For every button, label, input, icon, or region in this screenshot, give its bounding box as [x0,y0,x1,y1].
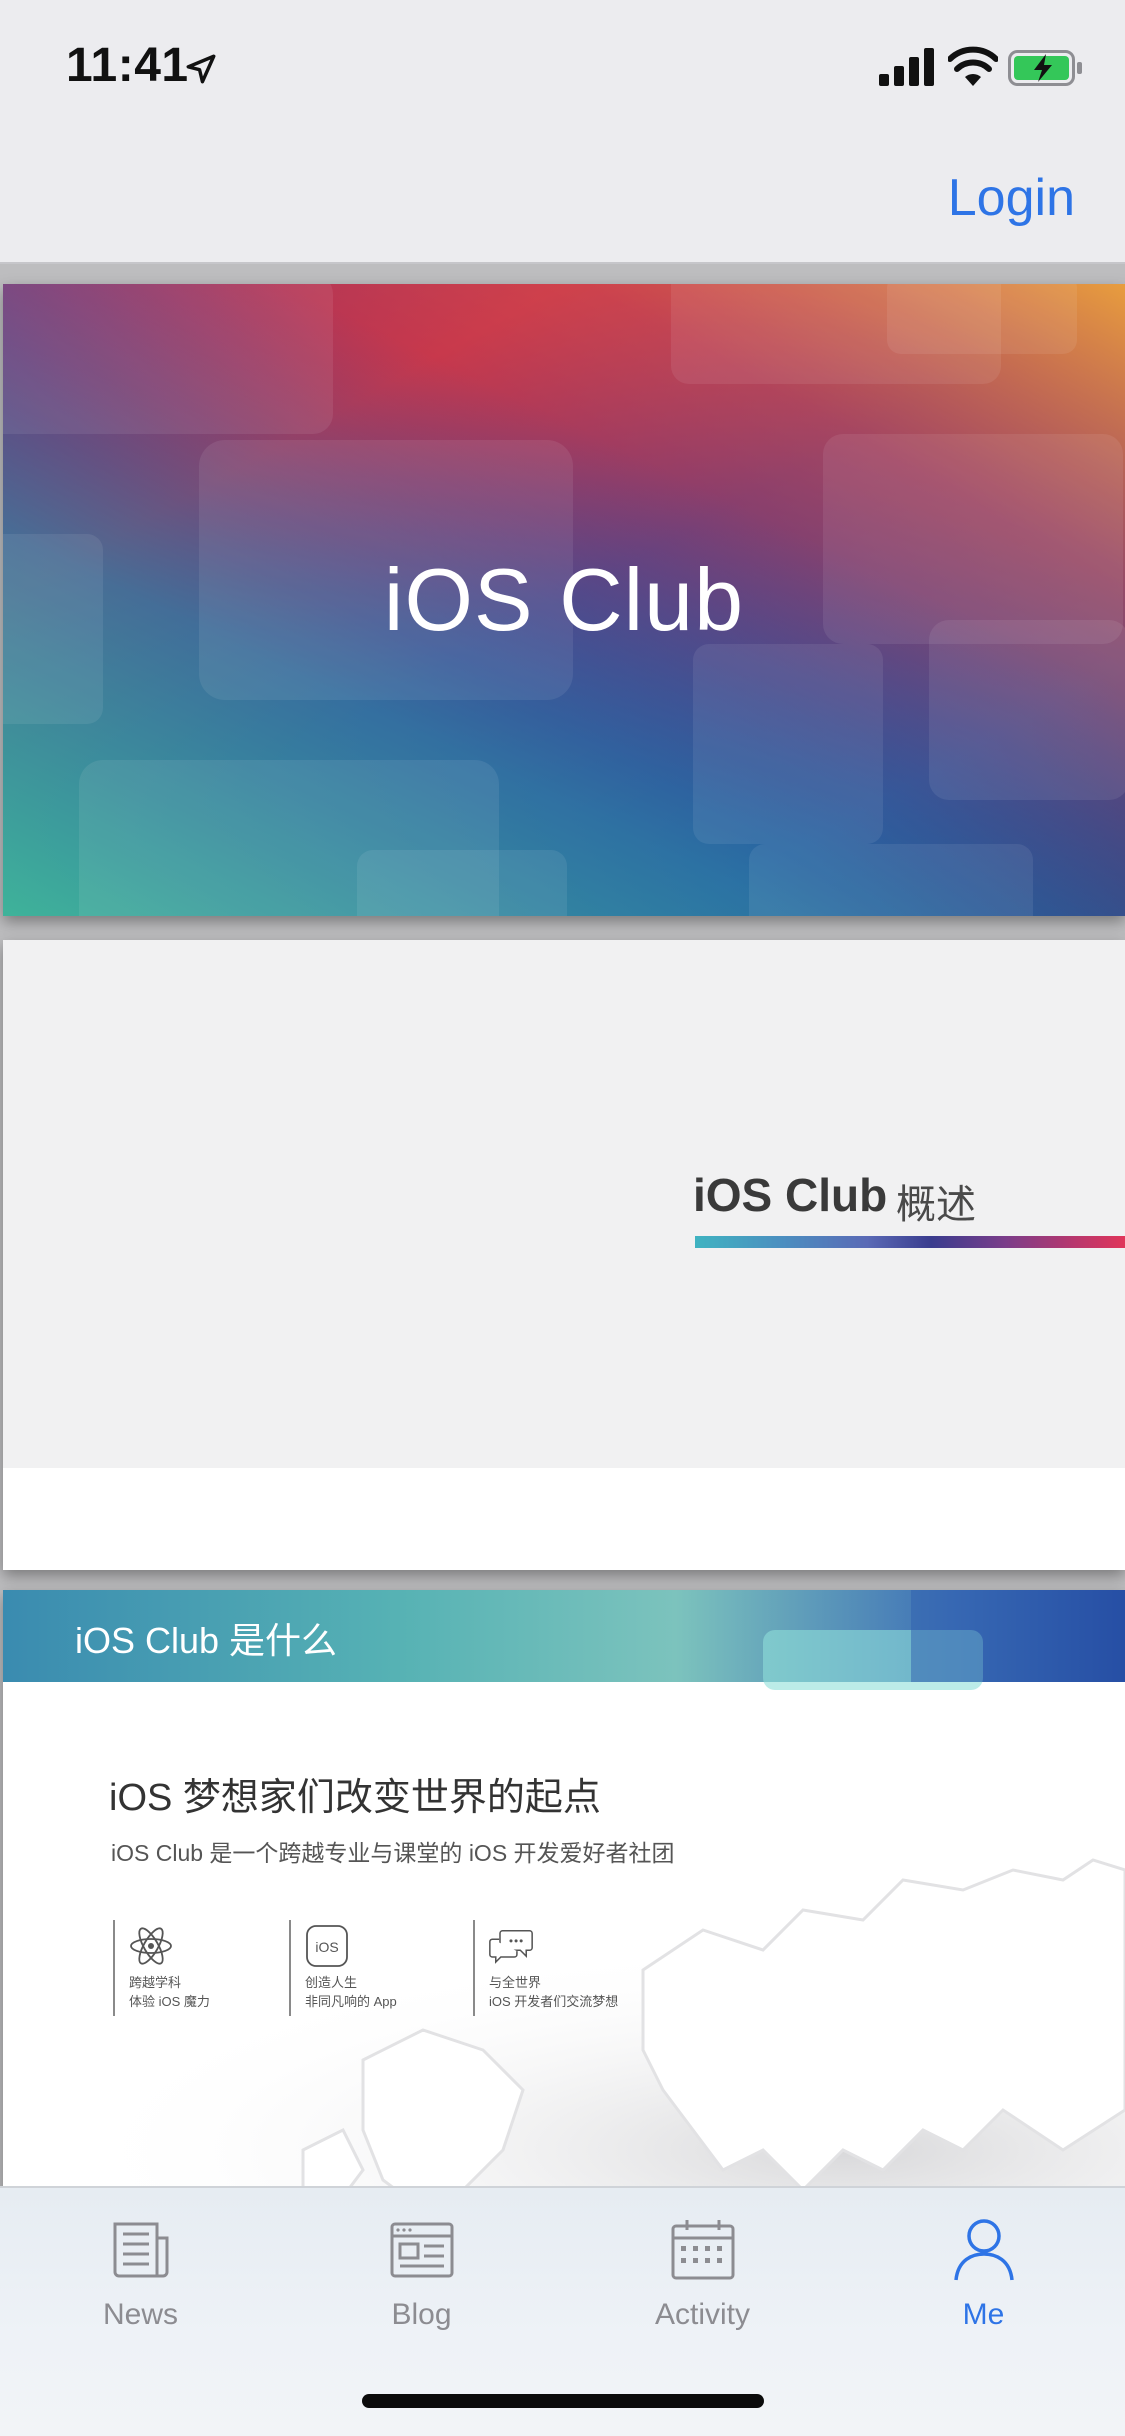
blog-icon [390,2222,453,2278]
gradient-underline [695,1236,1125,1248]
tab-news[interactable]: News [0,2188,281,2348]
status-time: 11:41 [66,39,189,92]
atom-icon [130,1927,172,1965]
tab-label: Me [962,2298,1005,2331]
cellular-signal-icon [879,48,934,86]
feature-line: 非同凡响的 App [305,1994,397,2009]
home-indicator[interactable] [362,2394,764,2408]
chat-bubbles-icon [489,1930,533,1964]
slides-scroll-view[interactable]: iOS Club iOS Club 概述 iOS Club 是什么 iOS 梦想… [0,264,1125,2186]
slide-what-is[interactable]: iOS Club 是什么 iOS 梦想家们改变世界的起点 iOS Club 是一… [3,1590,1125,2186]
newspaper-icon [113,2222,168,2278]
world-map-graphic [3,1590,1125,2186]
overview-subtitle: 概述 [896,1183,976,1227]
feature-line: 与全世界 [489,1975,542,1990]
svg-text:iOS: iOS [315,1939,338,1955]
slide-footer-band [3,1468,1125,1570]
what-is-heading: iOS 梦想家们改变世界的起点 [109,1777,601,1819]
feature-line: iOS 开发者们交流梦想 [489,1994,619,2009]
login-button[interactable]: Login [948,168,1075,228]
tab-label: Blog [391,2298,452,2331]
feature-line: 创造人生 [305,1975,358,1990]
cover-title: iOS Club [383,550,745,649]
calendar-icon [671,2220,734,2280]
slide-cover[interactable]: iOS Club [3,284,1125,916]
person-icon [953,2219,1014,2281]
overview-title: iOS Club [693,1169,888,1221]
battery-charging-icon [1008,50,1082,86]
tab-label: News [102,2298,178,2331]
what-is-header: iOS Club 是什么 [75,1620,338,1661]
feature-global-exchange: 与全世界 iOS 开发者们交流梦想 [473,1920,618,2016]
tab-activity[interactable]: Activity [562,2188,843,2348]
tab-blog[interactable]: Blog [281,2188,562,2348]
location-arrow-icon [186,54,216,84]
wifi-icon [948,46,998,86]
tab-me[interactable]: Me [843,2188,1124,2348]
ios-badge-icon: iOS [306,1925,348,1967]
feature-line: 体验 iOS 魔力 [129,1994,210,2009]
feature-line: 跨越学科 [129,1975,182,1990]
navigation-bar: Login [0,132,1125,264]
what-is-description: iOS Club 是一个跨越专业与课堂的 iOS 开发爱好者社团 [111,1840,675,1866]
status-bar: 11:41 [0,0,1125,132]
tab-label: Activity [654,2298,750,2331]
feature-create-life: iOS 创造人生 非同凡响的 App [289,1920,397,2016]
feature-cross-discipline: 跨越学科 体验 iOS 魔力 [113,1920,210,2016]
slide-overview[interactable]: iOS Club 概述 [3,940,1125,1570]
